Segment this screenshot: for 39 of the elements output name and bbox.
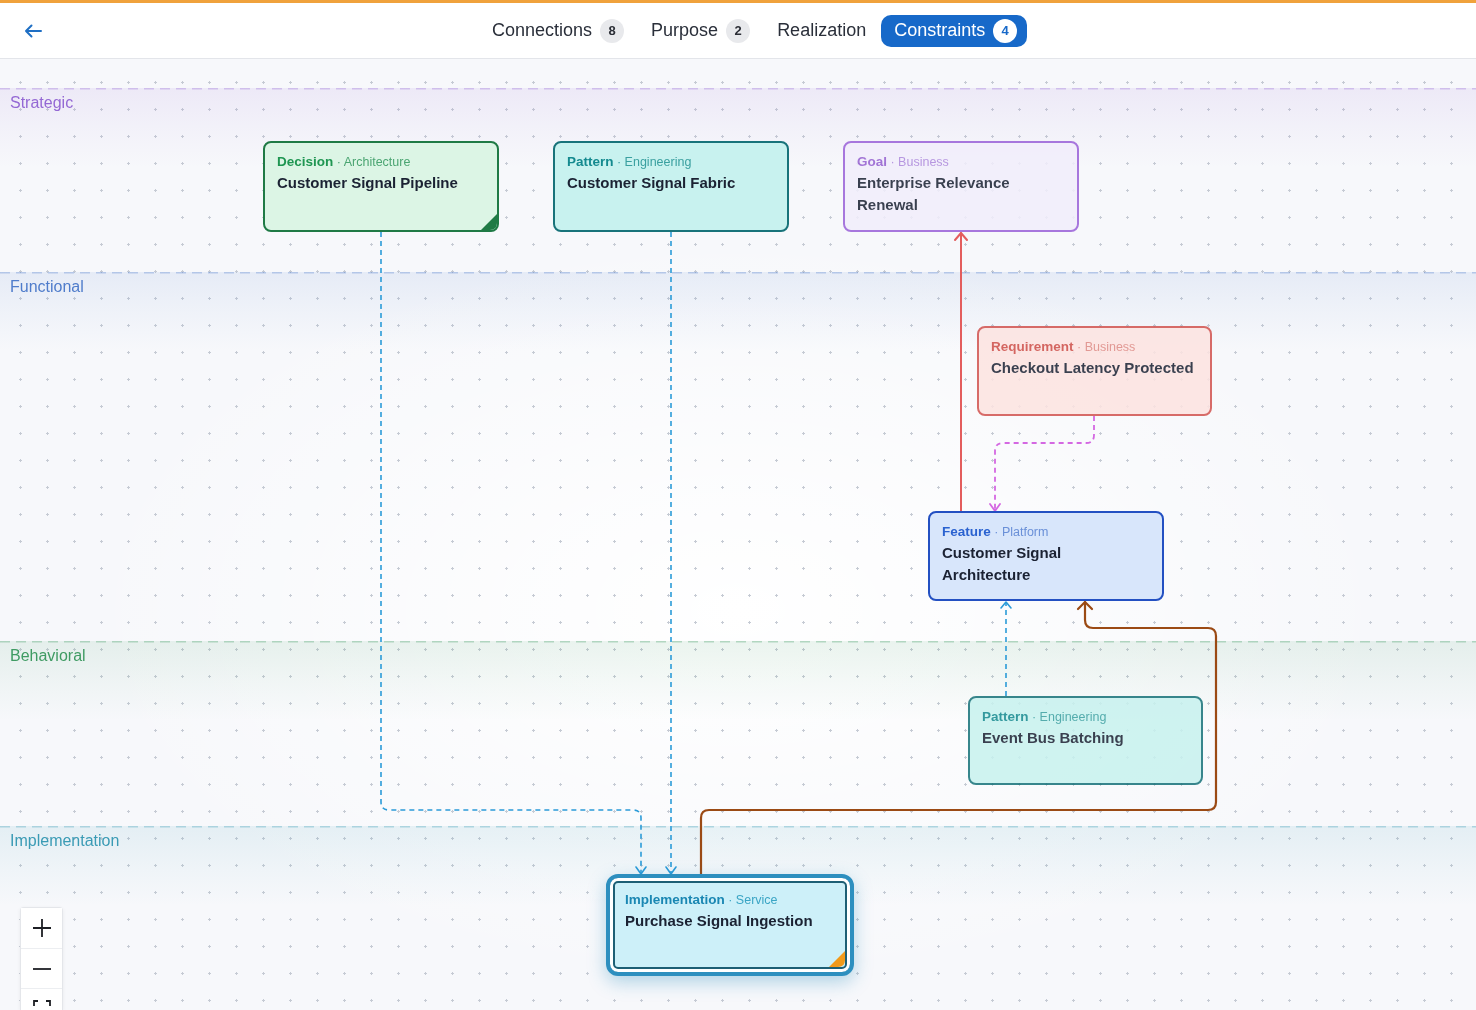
node-title: Customer Signal Pipeline bbox=[277, 173, 458, 193]
node-title: Customer Signal Fabric bbox=[567, 173, 736, 193]
diagram-node[interactable]: Pattern · Engineering Customer Signal Fabric bbox=[553, 141, 789, 232]
node-title: Checkout Latency Protected bbox=[991, 358, 1194, 378]
zoom-in-button[interactable] bbox=[21, 908, 62, 948]
lane-label: Behavioral bbox=[10, 646, 86, 666]
lane-label: Strategic bbox=[10, 93, 74, 113]
diagram-node[interactable]: Pattern · Engineering Event Bus Batching bbox=[968, 696, 1203, 785]
node-type-label: Pattern · Engineering bbox=[567, 154, 692, 170]
plus-icon bbox=[32, 919, 51, 937]
node-type-label: Decision · Architecture bbox=[277, 154, 411, 170]
diagram-node[interactable]: Implementation · Service Purchase Signal Ingestion bbox=[606, 874, 854, 976]
diagram-node[interactable]: Feature · Platform Customer Signal Architecture bbox=[928, 511, 1164, 601]
tab-count: 4 bbox=[993, 18, 1018, 43]
node-title: Enterprise Relevance Renewal bbox=[857, 173, 1011, 215]
node-title: Customer Signal Architecture bbox=[942, 543, 1063, 585]
tab[interactable]: Constraints 4 bbox=[881, 14, 1028, 47]
zoom-out-button[interactable] bbox=[21, 948, 62, 988]
lane-label: Implementation bbox=[10, 831, 120, 851]
node-type-label: Requirement · Business bbox=[991, 339, 1136, 355]
node-type-label: Feature · Platform bbox=[942, 524, 1049, 540]
minus-icon bbox=[32, 967, 51, 970]
node-type-label: Pattern · Engineering bbox=[982, 709, 1107, 725]
diagram-node[interactable]: Requirement · Business Checkout Latency Protected bbox=[977, 326, 1212, 416]
fit-view-button[interactable] bbox=[21, 988, 62, 1010]
node-type-label: Goal · Business bbox=[857, 154, 949, 170]
tab-count: 8 bbox=[600, 18, 625, 43]
node-title: Event Bus Batching bbox=[982, 728, 1124, 748]
node-type-label: Implementation · Service bbox=[625, 892, 778, 908]
diagram-node[interactable]: Decision · Architecture Customer Signal Pipeline bbox=[263, 141, 499, 232]
corner-brackets-icon bbox=[32, 1000, 51, 1006]
arrow-left-icon bbox=[24, 23, 42, 38]
tab[interactable]: Purpose 2 bbox=[639, 14, 763, 47]
tab[interactable]: Connections 8 bbox=[480, 14, 637, 47]
tab-count: 2 bbox=[726, 18, 751, 43]
diagram-node[interactable]: Goal · Business Enterprise Relevance Renewal bbox=[843, 141, 1079, 232]
lane-label: Functional bbox=[10, 277, 84, 297]
node-title: Purchase Signal Ingestion bbox=[625, 911, 813, 931]
tab[interactable]: Realization bbox=[765, 14, 879, 47]
